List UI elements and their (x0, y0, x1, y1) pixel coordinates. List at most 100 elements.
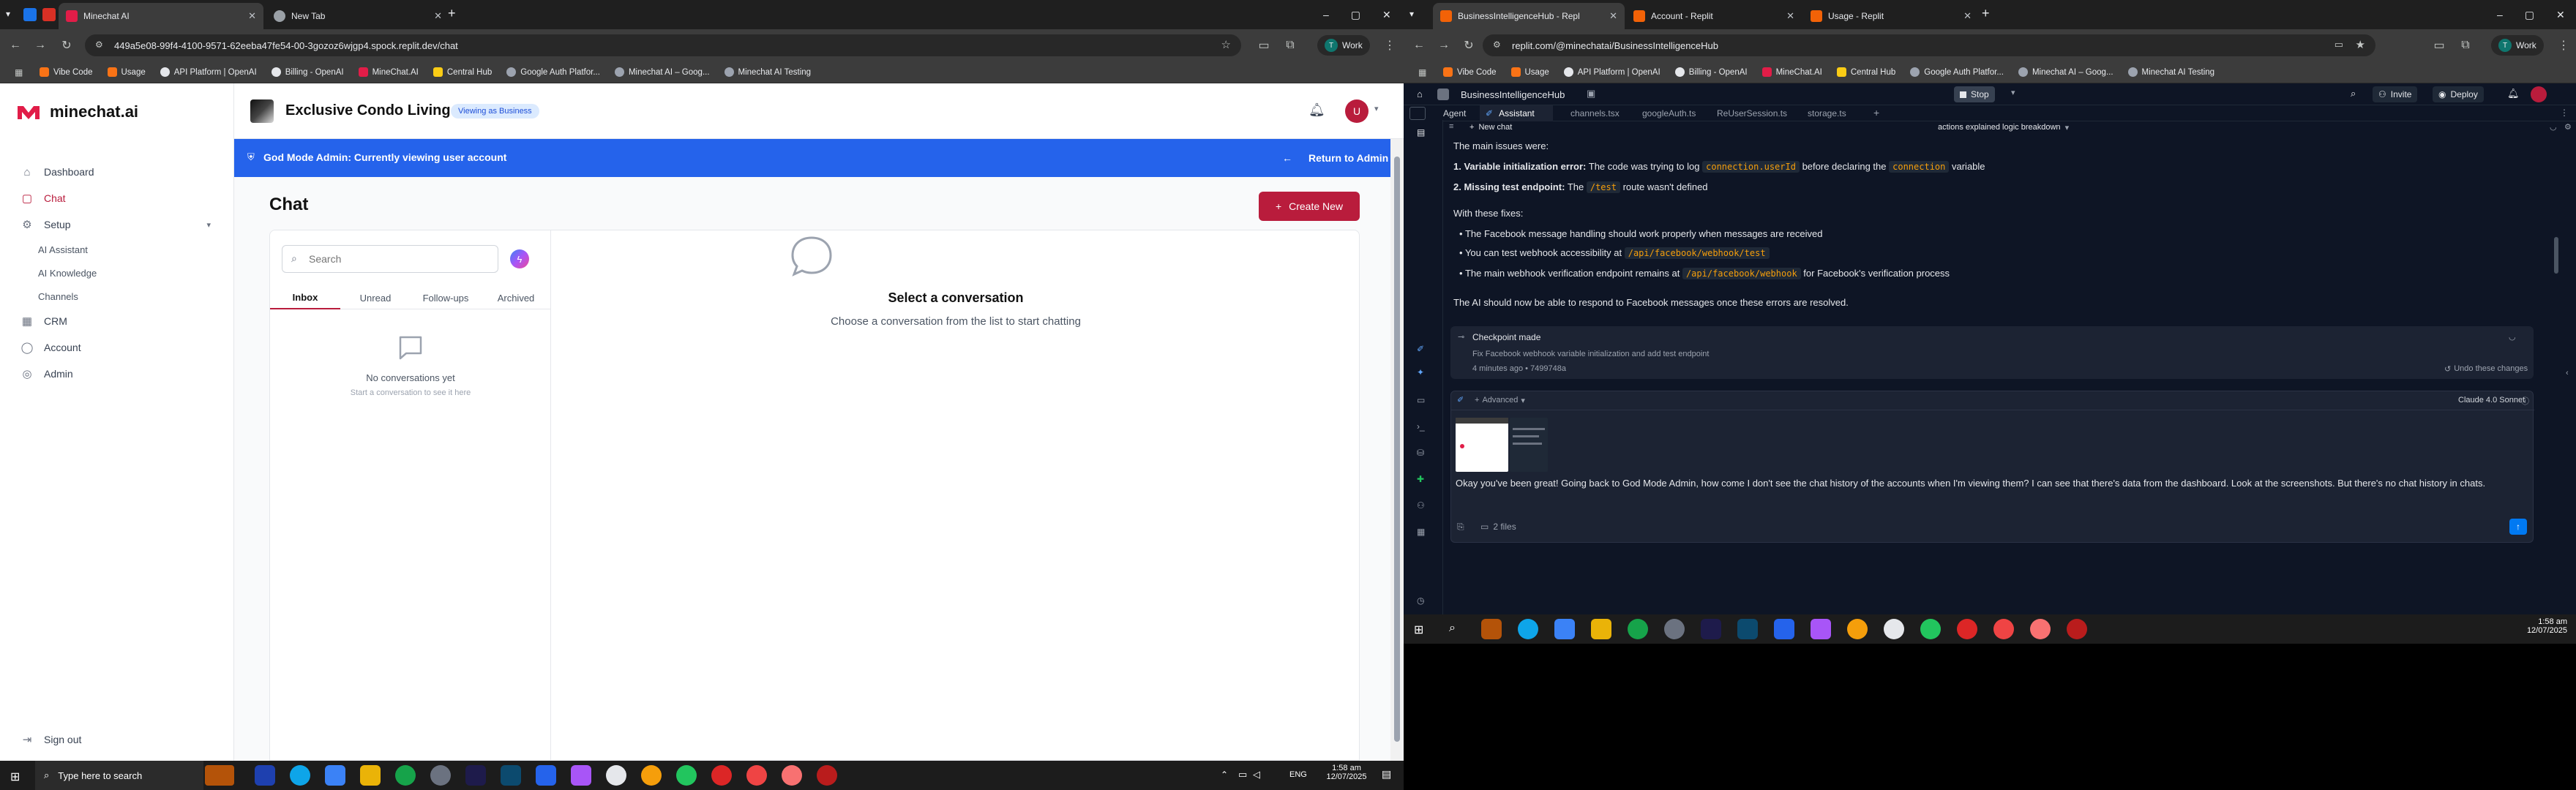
sidebar-item-account[interactable]: ◯ Account (15, 335, 220, 360)
bookmark-vibe-code[interactable]: Vibe Code (40, 67, 93, 77)
chrome-profile-icon[interactable] (2067, 619, 2087, 639)
shell-icon[interactable]: ›_ (1417, 421, 1425, 432)
apps-grid-icon[interactable]: ▦ (15, 67, 23, 78)
layout-icon[interactable]: ▣ (1587, 88, 1595, 99)
forward-icon[interactable]: → (1436, 37, 1452, 53)
search-icon[interactable]: ⌕ (1449, 622, 1456, 635)
tab-storage[interactable]: storage.ts (1808, 108, 1846, 118)
info-icon[interactable]: ⓘ (2521, 395, 2529, 407)
stop-button[interactable]: Stop (1954, 86, 1995, 102)
home-icon[interactable]: ⌂ (1417, 89, 1423, 99)
menu-kebab-icon[interactable]: ⋮ (2560, 108, 2569, 118)
folder-icon[interactable] (1591, 619, 1611, 639)
tab-inbox[interactable]: Inbox (270, 286, 340, 309)
bookmark-google-auth[interactable]: Google Auth Platfor... (506, 67, 600, 77)
weather-widget-icon[interactable] (205, 765, 234, 786)
app-icon[interactable] (255, 765, 275, 786)
chat-scroll-thumb[interactable] (2554, 237, 2558, 274)
sidebar-item-setup[interactable]: ⚙ Setup ▾ (15, 212, 220, 237)
close-tab-icon[interactable]: ✕ (248, 10, 256, 22)
back-icon[interactable]: ← (7, 37, 23, 53)
language-indicator[interactable]: ENG (1289, 770, 1307, 779)
bookmark-usage[interactable]: Usage (1510, 67, 1549, 77)
bookmark-billing-openai[interactable]: Billing - OpenAI (271, 67, 344, 77)
windows-start-icon[interactable]: ⊞ (1414, 622, 1423, 637)
maximize-icon[interactable]: ▢ (1351, 9, 1360, 21)
chrome-profile-icon[interactable] (1993, 619, 2014, 639)
new-tab-icon[interactable]: + (1982, 6, 1990, 21)
photoshop-icon[interactable] (1737, 619, 1758, 639)
maximize-icon[interactable]: ▢ (2525, 9, 2534, 21)
extensions-icon[interactable]: ▭ (2431, 37, 2447, 53)
site-info-icon[interactable]: ⚙ (1493, 40, 1501, 50)
chrome-profile-icon[interactable] (1957, 619, 1977, 639)
chrome-profile-icon[interactable] (2030, 619, 2051, 639)
bookmark-minechat-testing[interactable]: Minechat AI Testing (724, 67, 811, 77)
bookmark-minechat-google[interactable]: Minechat AI – Goog... (2018, 67, 2113, 77)
screenshot-thumbnail-2[interactable] (1510, 418, 1548, 472)
chrome-icon[interactable] (1847, 619, 1868, 639)
bookmark-central-hub[interactable]: Central Hub (1836, 67, 1895, 77)
console-icon[interactable]: ▭ (1417, 395, 1425, 405)
close-tab-icon[interactable]: ✕ (1963, 10, 1972, 22)
taskbar-search[interactable]: ⌕ Type here to search (35, 761, 203, 790)
app-favicon-icon[interactable] (23, 8, 37, 21)
collapse-panel-icon[interactable]: ‹ (2566, 369, 2569, 377)
network-icon[interactable]: ▭ (1238, 769, 1247, 780)
reload-icon[interactable]: ↻ (1461, 37, 1477, 53)
zoom-icon[interactable] (536, 765, 556, 786)
tab-account-replit[interactable]: Account - Replit ✕ (1626, 3, 1802, 29)
attach-icon[interactable]: ⎘ (1457, 522, 1464, 533)
tab-minechat[interactable]: Minechat AI ✕ (59, 3, 263, 29)
folder-icon[interactable] (360, 765, 381, 786)
search-input[interactable] (309, 253, 484, 265)
bell-icon[interactable]: 🔔︎ (1308, 102, 1325, 118)
minimize-icon[interactable]: – (1323, 9, 1329, 20)
notification-icon[interactable]: ▤ (1382, 768, 1391, 780)
whatsapp-icon[interactable] (1920, 619, 1941, 639)
chrome-icon[interactable] (641, 765, 662, 786)
page-scrollbar[interactable] (1390, 139, 1404, 761)
extensions-icon[interactable]: ▭ (1256, 37, 1272, 53)
bookmark-usage[interactable]: Usage (107, 67, 146, 77)
chrome-profile-icon[interactable] (782, 765, 802, 786)
bookmark-star-icon[interactable]: ☆ (1221, 38, 1231, 51)
signout-button[interactable]: ⇥ Sign out (15, 727, 220, 752)
new-chat-button[interactable]: + New chat (1469, 123, 1512, 132)
agent-rail-icon[interactable]: ✦ (1417, 367, 1424, 377)
bookmark-minechat[interactable]: MineChat.AI (358, 67, 419, 77)
bookmark-api-platform[interactable]: API Platform | OpenAI (1563, 67, 1660, 77)
preview-icon[interactable]: ◡ (2509, 332, 2516, 342)
tab-googleauth[interactable]: googleAuth.ts (1642, 108, 1696, 118)
hamburger-icon[interactable]: ≡ (1449, 122, 1453, 131)
edge-icon[interactable] (1518, 619, 1538, 639)
figma-icon[interactable] (571, 765, 591, 786)
database-icon[interactable]: ⛁ (1417, 448, 1424, 458)
back-icon[interactable]: ← (1411, 37, 1427, 53)
bookmark-star-icon[interactable]: ★ (2356, 38, 2365, 51)
extensions-puzzle-icon[interactable]: ⧉ (2457, 37, 2474, 53)
chrome-icon[interactable] (1884, 619, 1904, 639)
close-tab-icon[interactable]: ✕ (1786, 10, 1794, 22)
close-tab-icon[interactable]: ✕ (1609, 10, 1617, 22)
bookmark-minechat[interactable]: MineChat.AI (1761, 67, 1822, 77)
tab-archived[interactable]: Archived (481, 286, 551, 309)
gmail-favicon-icon[interactable] (42, 8, 56, 21)
bookmark-api-platform[interactable]: API Platform | OpenAI (160, 67, 257, 77)
bookmark-minechat-google[interactable]: Minechat AI – Goog... (614, 67, 710, 77)
history-icon[interactable]: ◷ (1417, 595, 1424, 606)
bookmark-google-auth[interactable]: Google Auth Platfor... (1910, 67, 2004, 77)
new-tab-icon[interactable]: + (1873, 107, 1879, 118)
scroll-thumb[interactable] (1394, 157, 1400, 742)
profile-button[interactable]: T Work (2491, 35, 2544, 56)
deploy-button[interactable]: ◉ Deploy (2433, 86, 2484, 102)
tab-usage-replit[interactable]: Usage - Replit ✕ (1803, 3, 1979, 29)
extensions-puzzle-icon[interactable]: ⧉ (1282, 37, 1298, 53)
sidebar-sub-ai-knowledge[interactable]: AI Knowledge (38, 268, 97, 279)
whatsapp-icon[interactable] (676, 765, 697, 786)
close-tab-icon[interactable]: ✕ (434, 10, 442, 22)
forward-icon[interactable]: → (32, 37, 48, 53)
sidebar-sub-ai-assistant[interactable]: AI Assistant (38, 244, 88, 255)
steam-icon[interactable] (1664, 619, 1685, 639)
store-icon[interactable] (1554, 619, 1575, 639)
